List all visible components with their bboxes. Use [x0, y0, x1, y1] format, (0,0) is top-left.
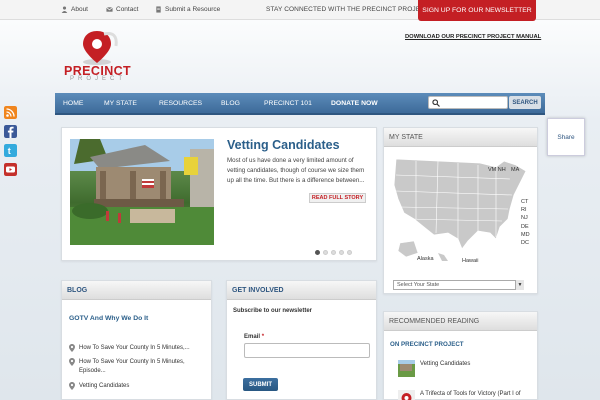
on-precinct-project-heading: ON PRECINCT PROJECT	[390, 341, 464, 348]
recommended-item[interactable]: Vetting Candidates	[398, 360, 470, 377]
blog-list-item[interactable]: How To Save Your County In 5 Minutes, Ep…	[69, 358, 207, 376]
map-label-nj[interactable]: NJ	[521, 215, 528, 221]
read-full-story-button[interactable]: READ FULL STORY	[309, 193, 366, 203]
nav-item-precinct-101[interactable]: PRECINCT 101	[264, 100, 312, 107]
email-field[interactable]	[244, 343, 370, 358]
map-label-ma[interactable]: MA	[511, 167, 519, 173]
email-label-text: Email	[244, 334, 261, 340]
recommended-item-label: A Trifecta of Tools for Victory (Part I …	[420, 391, 521, 397]
submit-resource-link[interactable]: Submit a Resource	[155, 6, 220, 13]
submit-button[interactable]: SUBMIT	[243, 378, 278, 391]
recommended-item-label: Vetting Candidates	[420, 361, 471, 367]
nav-item-blog[interactable]: BLOG	[221, 100, 240, 107]
nav-item-my-state[interactable]: MY STATE	[104, 100, 137, 107]
map-pin-icon	[69, 358, 75, 366]
get-involved-heading: GET INVOLVED	[227, 281, 376, 300]
nav-item-donate-now[interactable]: DONATE NOW	[331, 100, 378, 107]
featured-story-excerpt: Most of us have done a very limited amou…	[227, 157, 365, 184]
envelope-icon	[106, 7, 113, 12]
recommended-heading: RECOMMENDED READING	[384, 312, 537, 331]
featured-story-title[interactable]: Vetting Candidates	[227, 138, 340, 152]
map-label-hawaii[interactable]: Hawaii	[462, 258, 479, 264]
map-label-ct[interactable]: CT	[521, 199, 528, 205]
about-link[interactable]: About	[61, 6, 88, 13]
twitter-icon[interactable]: t	[4, 144, 17, 157]
map-label-dc[interactable]: DC	[521, 240, 529, 246]
slider-dot-4[interactable]	[339, 250, 344, 255]
document-icon	[156, 6, 161, 13]
stay-connected-text: STAY CONNECTED WITH THE PRECINCT PROJECT	[266, 6, 430, 13]
search-icon	[432, 99, 440, 107]
blog-item-label: How To Save Your County In 5 Minutes,...	[79, 345, 190, 351]
subscribe-label: Subscribe to our newsletter	[233, 308, 313, 314]
blog-heading: BLOG	[62, 281, 211, 300]
search-button[interactable]: SEARCH	[509, 96, 541, 109]
signup-newsletter-button[interactable]: SIGN UP FOR OUR NEWSLETTER	[418, 0, 536, 21]
slider-pagination	[315, 250, 352, 255]
facebook-icon[interactable]	[4, 125, 17, 138]
about-label: About	[71, 6, 88, 13]
blog-item-label: Vetting Candidates	[79, 383, 130, 389]
thumbnail-image	[398, 390, 415, 400]
featured-story-image[interactable]	[70, 139, 214, 245]
rss-icon[interactable]	[4, 106, 17, 119]
map-label-de[interactable]: DE	[521, 224, 529, 230]
map-label-alaska[interactable]: Alaska	[417, 256, 434, 262]
blog-item-label: How To Save Your County In 5 Minutes, Ep…	[79, 359, 185, 374]
chevron-down-icon[interactable]: ▼	[515, 280, 524, 290]
download-manual-link[interactable]: DOWNLOAD OUR PRECINCT PROJECT MANUAL	[405, 34, 541, 40]
blog-list-item[interactable]: Vetting Candidates	[69, 382, 207, 391]
map-label-md[interactable]: MD	[521, 232, 530, 238]
required-marker: *	[261, 334, 265, 340]
nav-item-home[interactable]: HOME	[63, 100, 83, 107]
map-label-vm-nh[interactable]: VM NH	[488, 167, 506, 173]
map-pin-icon	[69, 382, 75, 390]
slider-dot-1[interactable]	[315, 250, 320, 255]
slider-dot-3[interactable]	[331, 250, 336, 255]
logo-subtitle: PROJECT	[70, 76, 127, 82]
svg-text:t: t	[8, 146, 11, 156]
recommended-item[interactable]: A Trifecta of Tools for Victory (Part I …	[398, 390, 533, 400]
us-map[interactable]	[392, 157, 532, 267]
share-button[interactable]: Share	[547, 118, 585, 156]
state-select[interactable]: Select Your State	[393, 280, 524, 290]
my-state-heading: MY STATE	[384, 128, 537, 147]
contact-link[interactable]: Contact	[106, 6, 138, 13]
youtube-icon[interactable]	[4, 163, 17, 176]
nav-item-resources[interactable]: RESOURCES	[159, 100, 202, 107]
slider-dot-5[interactable]	[347, 250, 352, 255]
map-pin-icon	[69, 344, 75, 352]
blog-post-title[interactable]: GOTV And Why We Do It	[69, 315, 148, 322]
email-label: Email *	[244, 334, 264, 340]
gazebo-photo-icon	[70, 139, 214, 245]
thumbnail-image	[398, 360, 415, 377]
person-icon	[61, 6, 68, 13]
blog-list-item[interactable]: How To Save Your County In 5 Minutes,...	[69, 344, 207, 353]
contact-label: Contact	[116, 6, 139, 13]
search-input[interactable]	[428, 96, 508, 109]
slider-dot-2[interactable]	[323, 250, 328, 255]
map-label-ri[interactable]: RI	[521, 207, 527, 213]
submit-resource-label: Submit a Resource	[165, 6, 221, 13]
